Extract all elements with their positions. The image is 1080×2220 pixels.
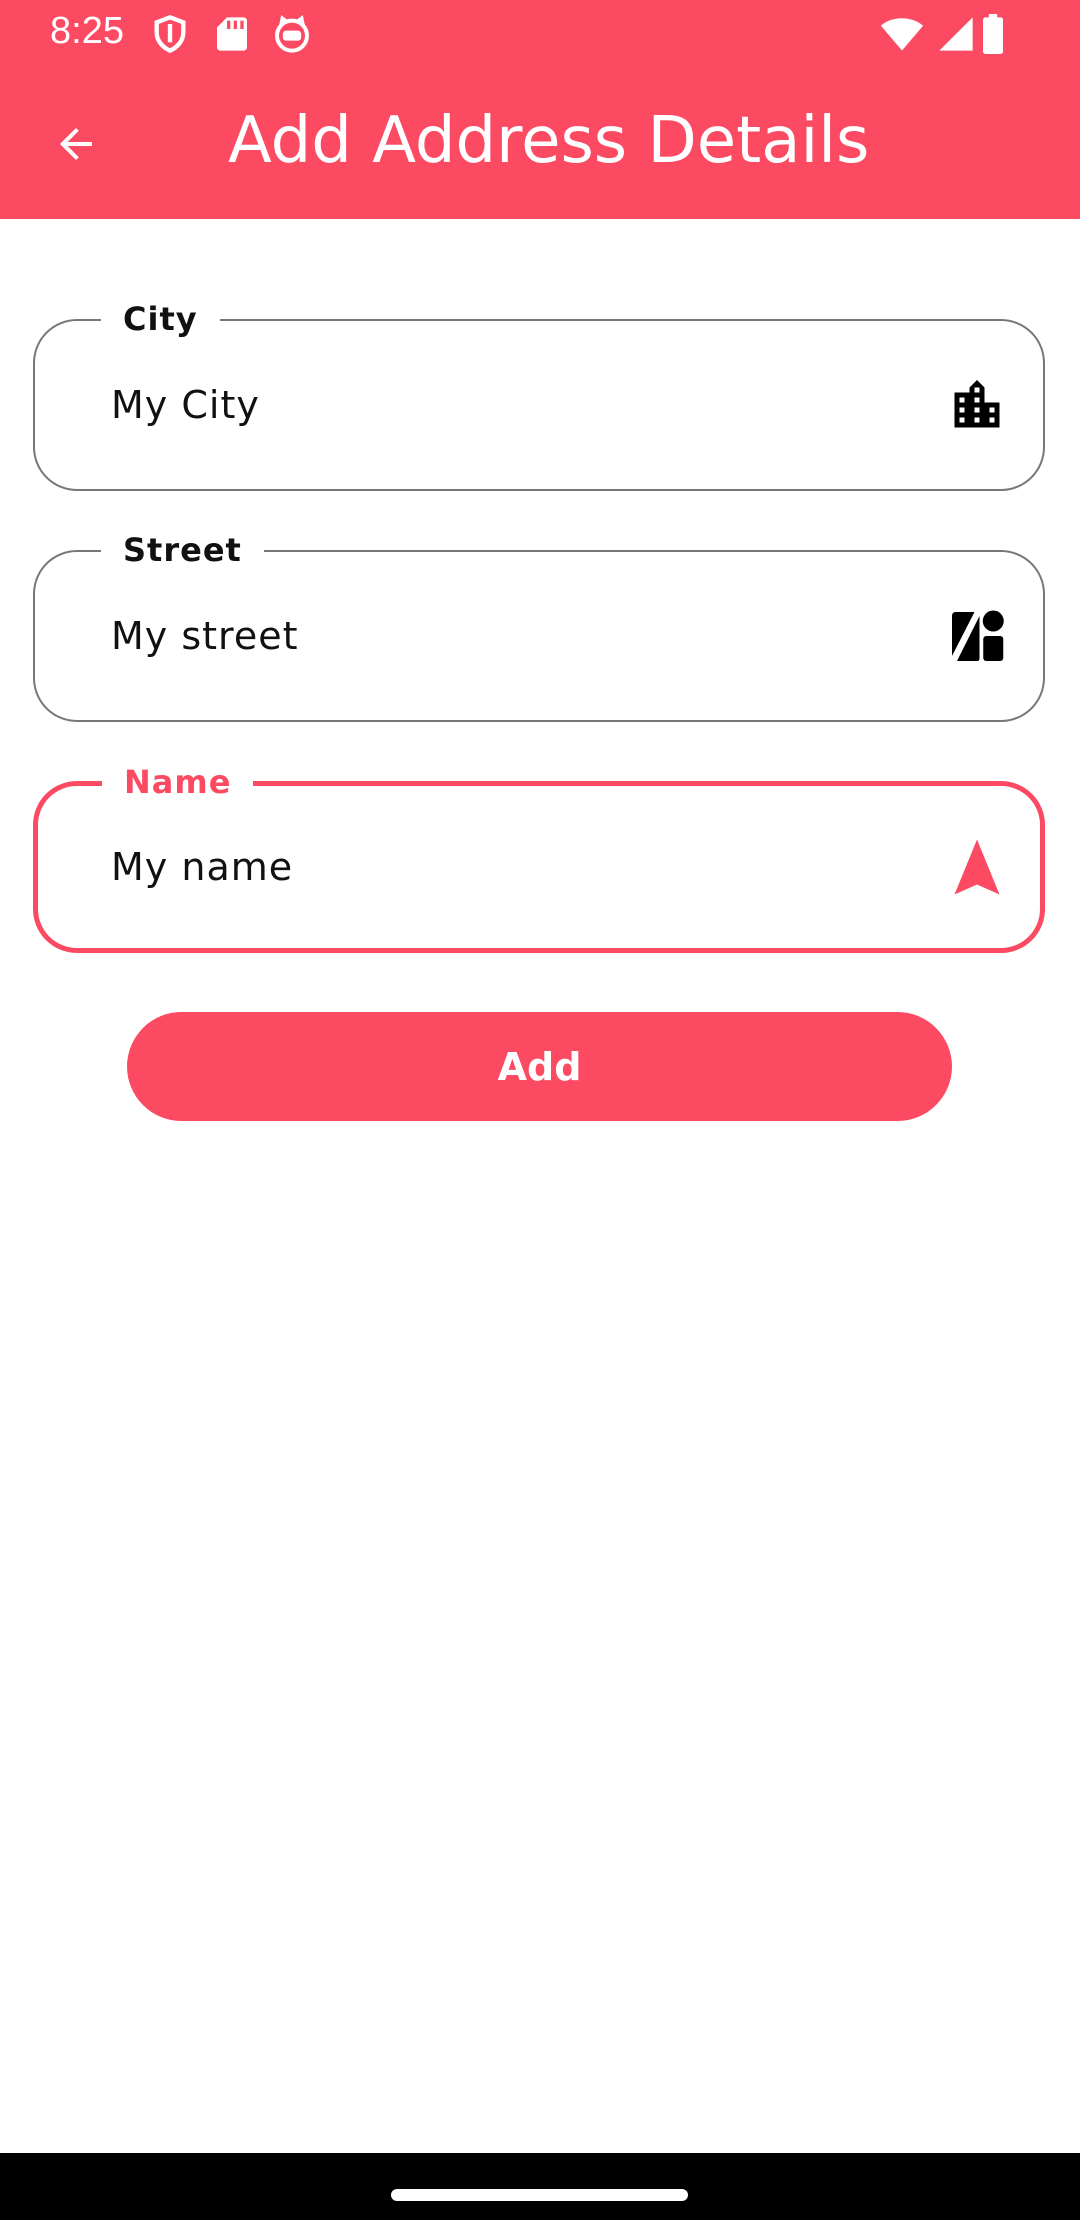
sd-card-icon [217,17,247,51]
battery-icon [983,14,1003,54]
back-button[interactable] [40,108,112,180]
city-input[interactable]: My City [111,383,260,427]
street-field-label: Street [101,530,264,570]
signal-icon [939,17,973,51]
home-gesture-handle[interactable] [391,2189,688,2201]
app-bar: 8:25 Add Address Details [0,0,1080,219]
name-field[interactable]: Name My name [33,762,1045,953]
city-buildings-icon [954,380,1000,428]
status-time: 8:25 [50,10,124,52]
navigation-arrow-icon [954,839,1000,895]
wifi-icon [880,18,924,51]
add-button[interactable]: Add [127,1012,952,1121]
street-input[interactable]: My street [111,614,299,658]
navigation-bar [0,2153,1080,2220]
map-shapes-icon [952,610,1004,661]
arrow-back-icon [60,128,92,160]
add-address-screen: 8:25 Add Address Details City My City St… [0,0,1080,2220]
page-title: Add Address Details [228,104,870,178]
city-field-label: City [101,299,220,339]
name-field-label: Name [102,762,254,802]
name-input[interactable]: My name [111,845,293,889]
shield-icon [154,15,186,54]
cat-icon [275,15,309,53]
street-field[interactable]: Street My street [33,530,1045,722]
city-field[interactable]: City My City [33,299,1045,491]
